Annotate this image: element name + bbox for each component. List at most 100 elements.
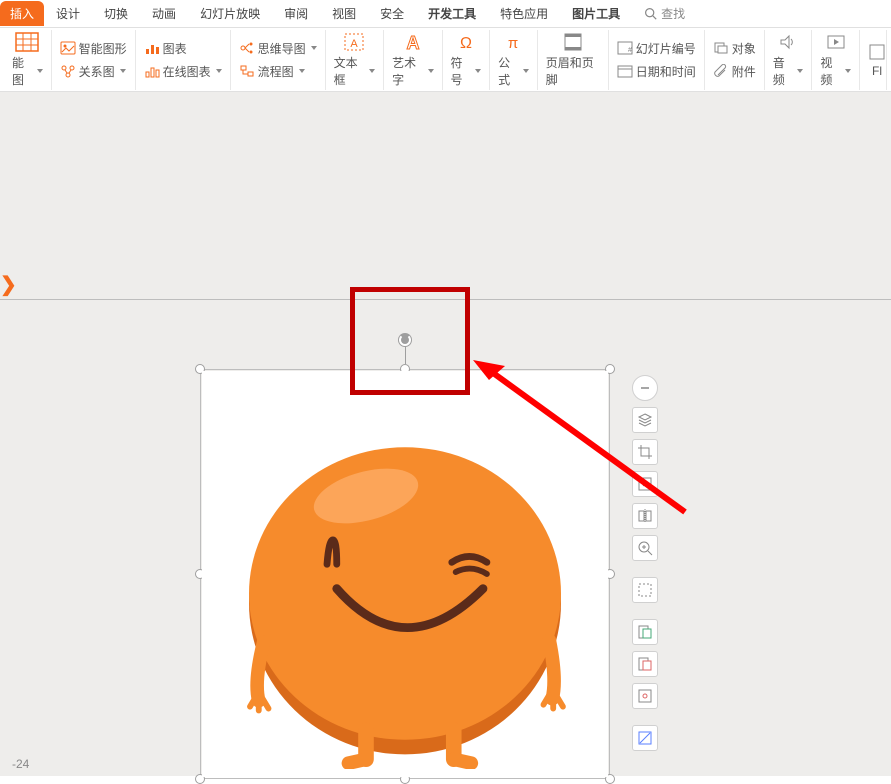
float-zoom-button[interactable] bbox=[632, 535, 658, 561]
relation-icon bbox=[60, 64, 76, 78]
textbox-icon: A bbox=[343, 32, 365, 52]
relation-diagram-button[interactable]: 关系图 bbox=[58, 61, 129, 82]
svg-text:π: π bbox=[508, 35, 518, 52]
flip-icon bbox=[637, 508, 653, 524]
headerfooter-label: 页眉和页脚 bbox=[546, 54, 600, 88]
ribbon-col-7: 对象 附件 bbox=[705, 30, 765, 90]
search-icon bbox=[644, 7, 657, 20]
svg-text:A: A bbox=[406, 33, 419, 52]
tab-featured-apps[interactable]: 特色应用 bbox=[488, 1, 560, 26]
resize-icon bbox=[637, 476, 653, 492]
float-export-button[interactable] bbox=[632, 619, 658, 645]
online-chart-label: 在线图表 bbox=[163, 63, 211, 80]
slide-marker-icon: ❯ bbox=[0, 272, 17, 297]
attachment-icon bbox=[713, 64, 729, 78]
attachment-label: 附件 bbox=[732, 63, 756, 80]
chart-button[interactable]: 图表 bbox=[142, 38, 224, 59]
float-crop-button[interactable] bbox=[632, 439, 658, 465]
textbox-button[interactable]: A 文本框 bbox=[326, 30, 384, 90]
datetime-label: 日期和时间 bbox=[636, 63, 696, 80]
ribbon-big-left[interactable]: 能图 bbox=[4, 30, 52, 90]
formula-label: 公式 bbox=[498, 54, 519, 88]
slide-number-button[interactable]: # 幻灯片编号 bbox=[615, 38, 698, 59]
flash-button[interactable]: Fl bbox=[860, 30, 887, 90]
float-minimize-button[interactable] bbox=[632, 375, 658, 401]
headerfooter-icon bbox=[562, 32, 584, 52]
textbox-label: 文本框 bbox=[334, 54, 365, 88]
datetime-button[interactable]: 日期和时间 bbox=[615, 61, 698, 82]
flowchart-button[interactable]: 流程图 bbox=[237, 61, 319, 82]
wordart-label: 艺术字 bbox=[392, 54, 423, 88]
tab-transition[interactable]: 切换 bbox=[92, 1, 140, 26]
float-resize-button[interactable] bbox=[632, 471, 658, 497]
image-content bbox=[202, 371, 608, 777]
wordart-button[interactable]: A 艺术字 bbox=[384, 30, 442, 90]
smart-graphics-button[interactable]: 智能图形 bbox=[58, 38, 129, 59]
video-icon bbox=[825, 32, 847, 52]
attachment-button[interactable]: 附件 bbox=[711, 61, 758, 82]
flowchart-label: 流程图 bbox=[258, 63, 294, 80]
tabs-row: 插入 设计 切换 动画 幻灯片放映 审阅 视图 安全 开发工具 特色应用 图片工… bbox=[0, 0, 891, 28]
ribbon-col-3: 思维导图 流程图 bbox=[231, 30, 326, 90]
search-placeholder: 查找 bbox=[661, 5, 685, 22]
tab-review[interactable]: 审阅 bbox=[272, 1, 320, 26]
smart-graphics-label: 智能图形 bbox=[79, 40, 127, 57]
svg-text:#: # bbox=[628, 47, 632, 54]
tab-slideshow[interactable]: 幻灯片放映 bbox=[188, 1, 272, 26]
tab-security[interactable]: 安全 bbox=[368, 1, 416, 26]
float-flip-button[interactable] bbox=[632, 503, 658, 529]
float-layers-button[interactable] bbox=[632, 407, 658, 433]
table-icon bbox=[15, 32, 39, 52]
tab-insert[interactable]: 插入 bbox=[0, 1, 44, 26]
orange-character-icon bbox=[210, 379, 600, 769]
online-chart-button[interactable]: 在线图表 bbox=[142, 61, 224, 82]
zoom-icon bbox=[637, 540, 653, 556]
layers-icon bbox=[637, 412, 653, 428]
relation-diagram-label: 关系图 bbox=[79, 63, 115, 80]
audio-button[interactable]: 音频 bbox=[765, 30, 813, 90]
save-image-icon bbox=[637, 656, 653, 672]
symbol-button[interactable]: Ω 符号 bbox=[443, 30, 491, 90]
video-button[interactable]: 视频 bbox=[812, 30, 860, 90]
slide-number-label: 幻灯片编号 bbox=[636, 40, 696, 57]
smart-graphics-icon bbox=[60, 41, 76, 55]
tab-view[interactable]: 视图 bbox=[320, 1, 368, 26]
ribbon-col-1: 智能图形 关系图 bbox=[52, 30, 136, 90]
mindmap-button[interactable]: 思维导图 bbox=[237, 38, 319, 59]
object-button[interactable]: 对象 bbox=[711, 38, 758, 59]
image-float-toolbar bbox=[632, 375, 658, 751]
video-label: 视频 bbox=[820, 54, 841, 88]
tab-animation[interactable]: 动画 bbox=[140, 1, 188, 26]
ribbon: 能图 智能图形 关系图 图表 在线图表 思维导图 流程图 A bbox=[0, 28, 891, 92]
flash-icon bbox=[868, 42, 886, 62]
symbol-icon: Ω bbox=[455, 32, 477, 52]
slide-number-icon: # bbox=[617, 41, 633, 55]
search-box[interactable]: 查找 bbox=[632, 1, 697, 26]
formula-icon: π bbox=[502, 32, 524, 52]
ribbon-col-2: 图表 在线图表 bbox=[136, 30, 231, 90]
online-chart-icon bbox=[144, 64, 160, 78]
mindmap-icon bbox=[239, 41, 255, 55]
float-select-button[interactable] bbox=[632, 577, 658, 603]
tab-design[interactable]: 设计 bbox=[44, 1, 92, 26]
float-settings-button[interactable] bbox=[632, 683, 658, 709]
slide-workspace: ❯ bbox=[0, 92, 891, 776]
crop-icon bbox=[637, 444, 653, 460]
selected-image-container[interactable] bbox=[200, 369, 610, 779]
tab-developer[interactable]: 开发工具 bbox=[416, 1, 488, 26]
float-save-image-button[interactable] bbox=[632, 651, 658, 677]
wordart-icon: A bbox=[402, 32, 424, 52]
status-bar: -24 bbox=[0, 752, 41, 776]
formula-button[interactable]: π 公式 bbox=[490, 30, 538, 90]
headerfooter-button[interactable]: 页眉和页脚 bbox=[538, 30, 609, 90]
float-none-button[interactable] bbox=[632, 725, 658, 751]
ribbon-col-6: # 幻灯片编号 日期和时间 bbox=[609, 30, 705, 90]
tab-picture-tools[interactable]: 图片工具 bbox=[560, 1, 632, 26]
object-label: 对象 bbox=[732, 40, 756, 57]
export-icon bbox=[637, 624, 653, 640]
none-icon bbox=[637, 730, 653, 746]
flowchart-icon bbox=[239, 64, 255, 78]
annotation-rect bbox=[350, 287, 470, 395]
symbol-label: 符号 bbox=[451, 54, 472, 88]
object-icon bbox=[713, 41, 729, 55]
